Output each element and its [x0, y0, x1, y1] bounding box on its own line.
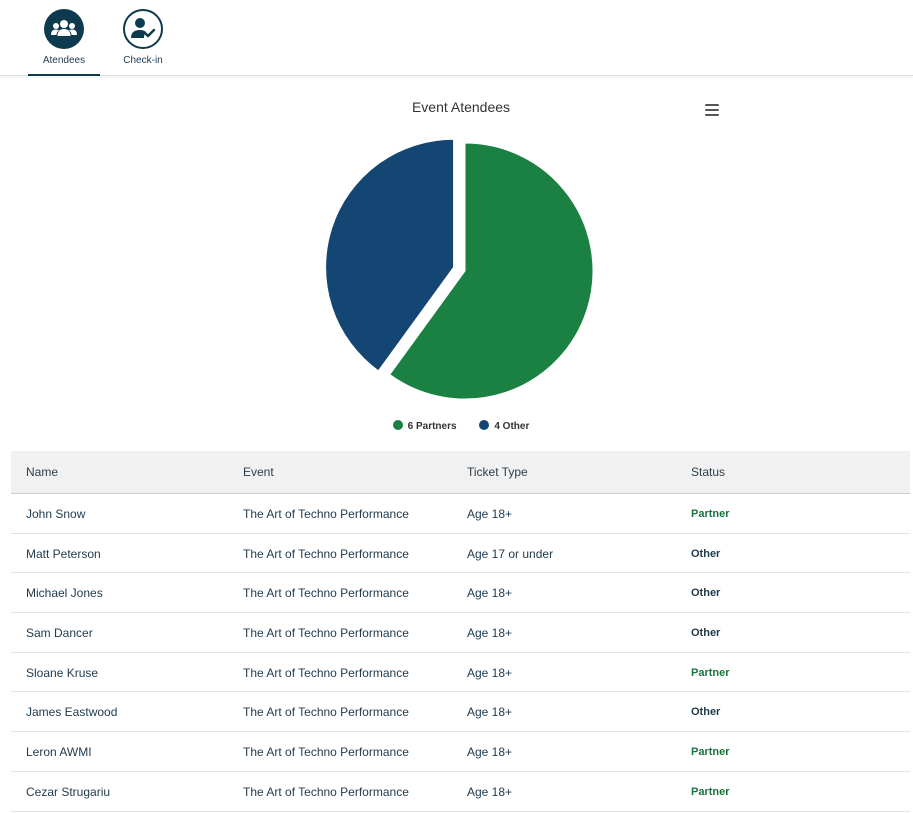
cell-event: The Art of Techno Performance — [243, 745, 409, 760]
table-row[interactable]: Sloane Kruse The Art of Techno Performanc… — [11, 653, 910, 693]
cell-status: Partner — [691, 746, 730, 759]
cell-ticket-type: Age 18+ — [467, 784, 513, 799]
legend-item-partners[interactable]: 6 Partners — [392, 420, 457, 432]
nav-tab-atendees-label: Atendees — [42, 55, 86, 66]
cell-status: Other — [691, 706, 721, 719]
pie-chart-plot — [325, 138, 594, 400]
user-check-icon — [123, 9, 163, 49]
nav-tab-check-in[interactable]: Check-in — [107, 0, 179, 76]
column-header-ticket-type[interactable]: Ticket Type — [467, 451, 528, 494]
cell-ticket-type: Age 18+ — [467, 586, 513, 601]
cell-ticket-type: Age 18+ — [467, 665, 513, 680]
users-icon — [44, 9, 84, 49]
cell-event: The Art of Techno Performance — [243, 665, 409, 680]
cell-name: Matt Peterson — [26, 546, 101, 561]
legend-marker-partners — [392, 420, 403, 430]
pie-chart: Event Atendees 6 Partners 4 Other — [0, 77, 913, 449]
cell-name: James Eastwood — [26, 705, 118, 720]
table-row[interactable]: Sam Dancer The Art of Techno Performance A… — [11, 613, 910, 653]
table-row[interactable]: Michael Jones The Art of Techno Performan… — [11, 573, 910, 614]
table-row[interactable]: John Snow The Art of Techno Performance Ag… — [11, 494, 910, 534]
atendees-table: Name Event Ticket Type Status John Snow T… — [11, 451, 910, 812]
cell-name: Cezar Strugariu — [26, 784, 111, 799]
cell-ticket-type: Age 18+ — [467, 507, 513, 521]
cell-name: John Snow — [26, 507, 86, 521]
cell-ticket-type: Age 17 or under — [467, 546, 554, 561]
cell-ticket-type: Age 18+ — [467, 626, 513, 641]
table-row[interactable]: Leron AWMI The Art of Techno Performance A… — [11, 732, 910, 772]
table-body: John Snow The Art of Techno Performance Ag… — [11, 494, 910, 812]
cell-status: Other — [691, 627, 721, 640]
cell-ticket-type: Age 18+ — [467, 745, 513, 760]
table-row[interactable]: Matt Peterson The Art of Techno Performan… — [11, 534, 910, 574]
cell-event: The Art of Techno Performance — [243, 784, 409, 799]
legend-label-other: 4 Other — [494, 421, 530, 432]
legend-marker-other — [479, 420, 490, 430]
cell-status: Other — [691, 547, 721, 560]
legend-label-partners: 6 Partners — [407, 421, 457, 432]
active-tab-indicator — [28, 74, 100, 76]
cell-status: Other — [691, 587, 721, 600]
table-row[interactable]: James Eastwood The Art of Techno Performa… — [11, 692, 910, 733]
top-nav: Atendees Check-in — [0, 0, 913, 76]
chart-legend: 6 Partners 4 Other — [0, 420, 913, 432]
cell-event: The Art of Techno Performance — [243, 546, 409, 561]
column-header-name[interactable]: Name — [26, 451, 58, 494]
cell-name: Sloane Kruse — [26, 665, 99, 680]
cell-name: Michael Jones — [26, 586, 103, 601]
cell-ticket-type: Age 18+ — [467, 705, 513, 720]
cell-event: The Art of Techno Performance — [243, 626, 409, 641]
column-header-status[interactable]: Status — [691, 451, 725, 494]
nav-tab-atendees[interactable]: Atendees — [28, 0, 100, 76]
column-header-event[interactable]: Event — [243, 451, 274, 494]
table-row[interactable]: Cezar Strugariu The Art of Techno Perform… — [11, 772, 910, 812]
cell-event: The Art of Techno Performance — [243, 507, 409, 521]
cell-event: The Art of Techno Performance — [243, 586, 409, 601]
cell-status: Partner — [691, 785, 730, 798]
table-header: Name Event Ticket Type Status — [11, 451, 910, 494]
cell-status: Partner — [691, 666, 730, 679]
cell-event: The Art of Techno Performance — [243, 705, 409, 720]
cell-name: Leron AWMI — [26, 745, 92, 760]
cell-name: Sam Dancer — [26, 626, 93, 641]
legend-item-other[interactable]: 4 Other — [479, 420, 529, 432]
cell-status: Partner — [691, 508, 730, 520]
nav-tab-check-in-label: Check-in — [123, 55, 163, 66]
